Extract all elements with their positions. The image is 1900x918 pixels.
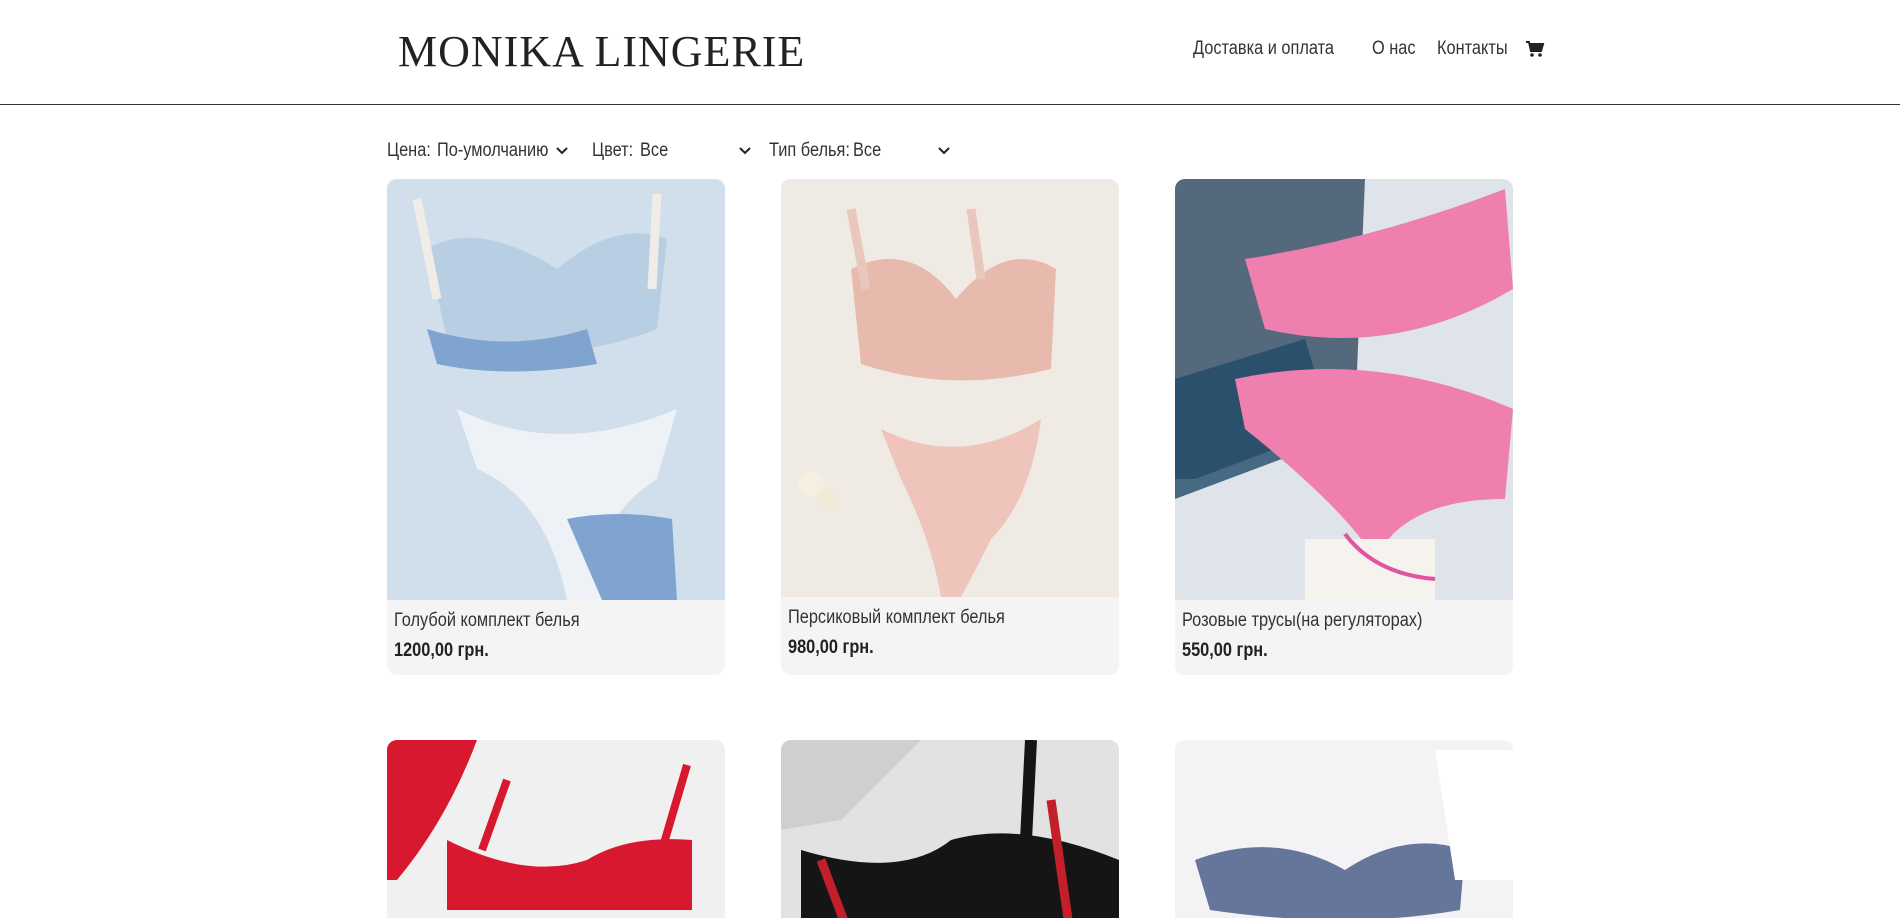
product-price: 1200,00 грн. [394, 640, 489, 661]
filter-type[interactable]: Тип белья: Все [769, 140, 959, 162]
product-card[interactable]: Голубой комплект белья 1200,00 грн. [387, 179, 725, 675]
product-image[interactable] [387, 740, 725, 918]
filter-color[interactable]: Цвет: Все [592, 140, 769, 162]
product-image[interactable] [1175, 179, 1513, 600]
filter-color-label: Цвет: [592, 140, 634, 161]
nav-link-delivery[interactable]: Доставка и оплата [1193, 38, 1334, 60]
filter-price-label: Цена: [387, 140, 431, 161]
product-card[interactable]: Персиковый комплект белья 980,00 грн. [781, 179, 1119, 675]
filter-bar: Цена: По-умолчанию Цвет: Все Тип белья: … [387, 140, 959, 162]
filter-price[interactable]: Цена: По-умолчанию [387, 140, 592, 162]
product-card[interactable] [387, 740, 725, 918]
product-title[interactable]: Персиковый комплект белья [781, 597, 1119, 629]
chevron-down-icon [938, 147, 950, 155]
product-image[interactable] [781, 740, 1119, 918]
cart-icon[interactable] [1525, 39, 1545, 59]
filter-price-value: По-умолчанию [437, 140, 549, 161]
site-logo[interactable]: MONIKA LINGERIE [398, 26, 805, 77]
product-card[interactable] [781, 740, 1119, 918]
product-title[interactable]: Розовые трусы(на регуляторах) [1175, 600, 1513, 632]
product-title[interactable]: Голубой комплект белья [387, 600, 725, 632]
chevron-down-icon [739, 147, 751, 155]
nav-link-contacts[interactable]: Контакты [1437, 38, 1508, 60]
product-card[interactable]: Розовые трусы(на регуляторах) 550,00 грн… [1175, 179, 1513, 675]
product-image[interactable] [1175, 740, 1513, 918]
chevron-down-icon [556, 147, 568, 155]
site-header: MONIKA LINGERIE Доставка и оплата О нас … [0, 0, 1900, 105]
nav-link-about[interactable]: О нас [1372, 38, 1416, 60]
product-price: 980,00 грн. [788, 637, 874, 658]
product-price: 550,00 грн. [1182, 640, 1268, 661]
product-image[interactable] [781, 179, 1119, 597]
product-card[interactable] [1175, 740, 1513, 918]
product-image[interactable] [387, 179, 725, 600]
filter-color-value: Все [640, 140, 669, 161]
filter-type-label: Тип белья: [769, 140, 850, 161]
filter-type-value: Все [853, 140, 882, 161]
main-nav: Доставка и оплата О нас Контакты [1193, 38, 1545, 60]
